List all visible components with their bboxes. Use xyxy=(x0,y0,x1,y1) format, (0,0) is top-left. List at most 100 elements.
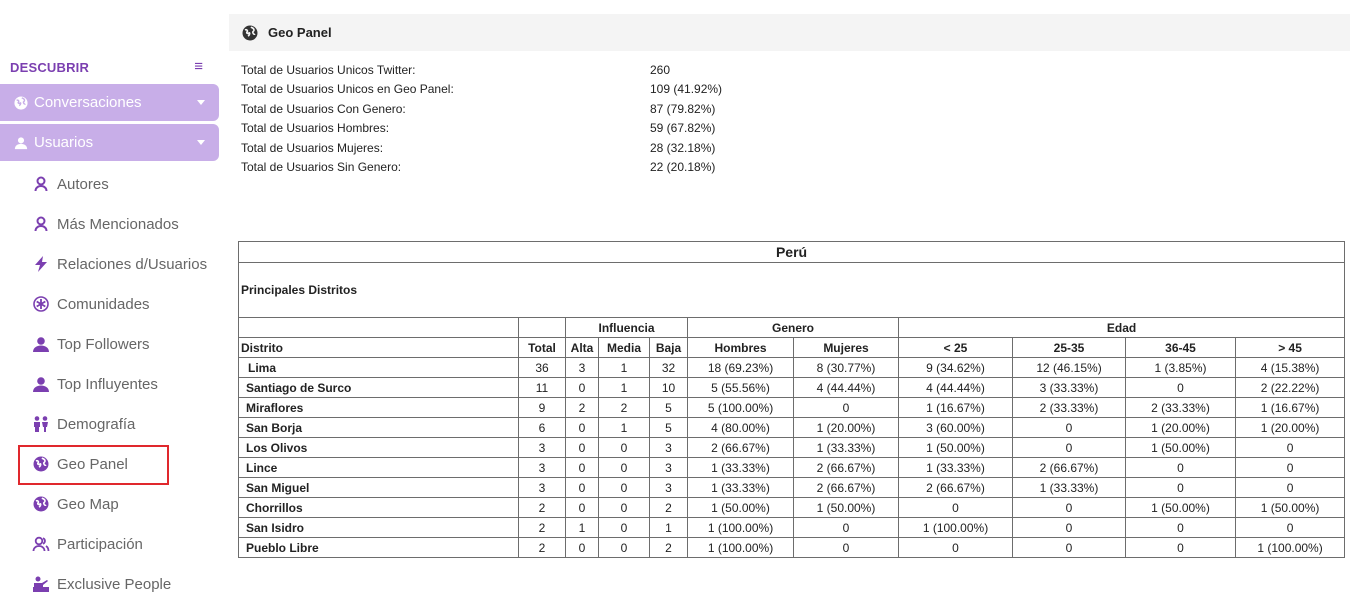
sidebar-item-demografia[interactable]: Demografía xyxy=(0,404,228,444)
table-cell: 0 xyxy=(565,417,599,438)
table-cell: 0 xyxy=(793,397,899,418)
table-cell: 36 xyxy=(518,357,566,378)
table-cell: 6 xyxy=(518,417,566,438)
user-icon xyxy=(32,335,50,353)
table-cell: 0 xyxy=(565,457,599,478)
table-cell: 1 (33.33%) xyxy=(687,457,794,478)
table-cell: 2 xyxy=(649,537,688,558)
sidebar-item-label: Top Followers xyxy=(57,335,150,353)
column-header: 25-35 xyxy=(1012,337,1126,358)
table-cell: 2 xyxy=(518,517,566,538)
table-row: Lince 3 0 0 3 1 (33.33%) 2 (66.67%) 1 (33.33%) 2… xyxy=(238,457,1346,478)
table-cell: 2 (22.22%) xyxy=(1234,377,1346,398)
table-cell: 5 (100.00%) xyxy=(687,397,794,418)
sidebar-item-label: Exclusive People xyxy=(57,575,172,593)
sidebar-group-label: Conversaciones xyxy=(34,94,142,111)
table-cell: 0 xyxy=(565,537,599,558)
districts-table: Perú Principales Distritos Influencia Ge… xyxy=(237,241,1346,558)
globe-icon xyxy=(242,25,258,41)
table-cell: 3 xyxy=(518,477,566,498)
table-row: San Borja 6 0 1 5 4 (80.00%) 1 (20.00%) 3 (60.0… xyxy=(238,417,1346,438)
sidebar-item-exclusive-people[interactable]: Exclusive People xyxy=(0,564,228,604)
sidebar-group-conversaciones[interactable]: Conversaciones xyxy=(0,84,219,121)
column-header: 36-45 xyxy=(1125,337,1236,358)
table-cell: 2 (33.33%) xyxy=(1125,397,1236,418)
column-header: Media xyxy=(598,337,650,358)
panel-header: Geo Panel xyxy=(229,14,1350,51)
table-cell: 3 xyxy=(565,357,599,378)
sidebar-section-title: DESCUBRIR xyxy=(10,60,90,75)
table-cell: 0 xyxy=(565,437,599,458)
table-row: Pueblo Libre 2 0 0 2 1 (100.00%) 0 0 0 0 1 (100.00… xyxy=(238,537,1346,558)
district-name-cell: Pueblo Libre xyxy=(238,537,519,558)
table-cell: 4 (15.38%) xyxy=(1234,357,1346,378)
table-cell: 3 (60.00%) xyxy=(898,417,1013,438)
table-cell: 32 xyxy=(649,357,688,378)
table-cell: 3 xyxy=(649,477,688,498)
user-outline-icon xyxy=(32,215,50,233)
asterisk-circle-icon xyxy=(32,295,50,313)
hamburger-menu-icon[interactable]: ≡ xyxy=(194,58,203,75)
table-cell: 1 (50.00%) xyxy=(898,437,1013,458)
table-cell: 1 xyxy=(598,417,650,438)
summary-value: 260 xyxy=(650,63,671,77)
group-header-edad: Edad xyxy=(897,317,1346,338)
table-cell: 0 xyxy=(1012,437,1126,458)
table-row: Miraflores 9 2 2 5 5 (100.00%) 0 1 (16.67%) 2 (3… xyxy=(238,397,1346,418)
group-header-influencia: Influencia xyxy=(565,317,688,338)
table-cell: 5 (55.56%) xyxy=(687,377,794,398)
table-cell: 1 xyxy=(598,357,650,378)
table-cell: 2 xyxy=(565,397,599,418)
sidebar-item-participacion[interactable]: Participación xyxy=(0,524,228,564)
table-cell: 8 (30.77%) xyxy=(793,357,899,378)
users-outline-icon xyxy=(32,535,50,553)
district-name-cell: San Miguel xyxy=(238,477,519,498)
table-cell: 0 xyxy=(1012,517,1126,538)
district-name-cell: Lince xyxy=(238,457,519,478)
sidebar-item-geo-map[interactable]: Geo Map xyxy=(0,484,228,524)
table-cell: 0 xyxy=(598,537,650,558)
district-name-cell: Chorrillos xyxy=(238,497,519,518)
table-cell: 1 (50.00%) xyxy=(793,497,899,518)
sidebar-item-mas-mencionados[interactable]: Más Mencionados xyxy=(0,204,228,244)
table-cell: 1 (20.00%) xyxy=(793,417,899,438)
table-cell: 18 (69.23%) xyxy=(687,357,794,378)
active-item-highlight xyxy=(18,445,169,485)
summary-value: 109 (41.92%) xyxy=(650,82,723,97)
table-cell: 2 (66.67%) xyxy=(793,477,899,498)
sidebar-item-top-influyentes[interactable]: Top Influyentes xyxy=(0,364,228,404)
table-row: San Isidro 2 1 0 1 1 (100.00%) 0 1 (100.00%) 0 0 0 xyxy=(238,517,1346,538)
table-cell: 12 (46.15%) xyxy=(1012,357,1126,378)
table-cell: 5 xyxy=(649,417,688,438)
table-cell: 0 xyxy=(565,377,599,398)
caret-down-icon xyxy=(197,100,205,105)
table-cell: 1 (3.85%) xyxy=(1125,357,1236,378)
table-cell: 2 xyxy=(649,497,688,518)
column-header: Mujeres xyxy=(793,337,899,358)
summary-label: Total de Usuarios Unicos Twitter: xyxy=(241,63,416,77)
summary-label: Total de Usuarios Mujeres: xyxy=(241,140,384,155)
sidebar-item-autores[interactable]: Autores xyxy=(0,164,228,204)
sidebar-header: DESCUBRIR ≡ xyxy=(10,58,210,77)
column-header: < 25 xyxy=(898,337,1013,358)
table-cell: 0 xyxy=(1125,457,1236,478)
table-cell: 2 (66.67%) xyxy=(793,457,899,478)
sidebar-item-top-followers[interactable]: Top Followers xyxy=(0,324,228,364)
table-row: Lima 36 3 1 32 18 (69.23%) 8 (30.77%) 9 (34.62%… xyxy=(238,357,1346,378)
table-cell: 1 (16.67%) xyxy=(1234,397,1346,418)
table-cell: 0 xyxy=(1234,437,1346,458)
table-cell: 10 xyxy=(649,377,688,398)
table-cell: 0 xyxy=(598,437,650,458)
sidebar-group-usuarios[interactable]: Usuarios xyxy=(0,124,219,161)
table-cell: 0 xyxy=(1012,417,1126,438)
table-cell: 0 xyxy=(1012,497,1126,518)
sidebar-item-relaciones[interactable]: Relaciones d/Usuarios xyxy=(0,244,228,284)
sidebar-item-comunidades[interactable]: Comunidades xyxy=(0,284,228,324)
table-cell: 0 xyxy=(793,517,899,538)
table-row: Santiago de Surco 11 0 1 10 5 (55.56%) 4 (44.4… xyxy=(238,377,1346,398)
table-row: Los Olivos 3 0 0 3 2 (66.67%) 1 (33.33%) 1 (50.… xyxy=(238,437,1346,458)
summary-label: Total de Usuarios Hombres: xyxy=(241,121,390,136)
table-cell: 1 (100.00%) xyxy=(687,537,794,558)
summary-label: Total de Usuarios Sin Genero: xyxy=(241,159,402,174)
table-cell: 2 (66.67%) xyxy=(687,437,794,458)
